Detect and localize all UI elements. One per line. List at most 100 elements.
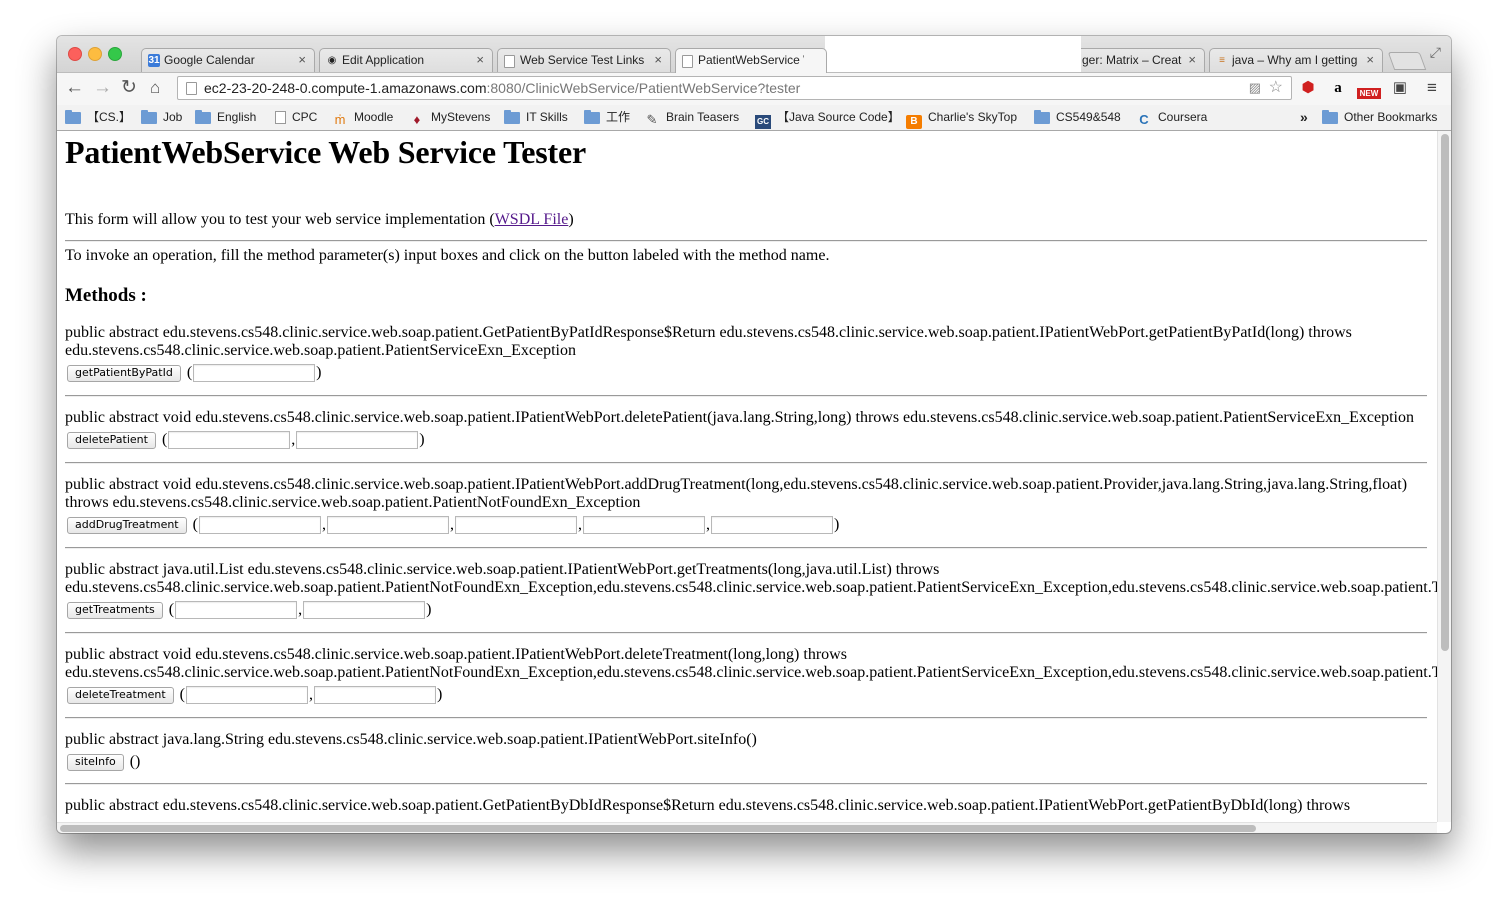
param-5-input[interactable] xyxy=(710,516,833,534)
blogger-icon: B xyxy=(906,115,922,129)
divider xyxy=(65,462,1427,464)
minimize-window-button[interactable] xyxy=(88,47,102,61)
tab-title: ger: Matrix – Creat xyxy=(1082,53,1182,67)
close-tab-icon[interactable]: × xyxy=(654,49,662,71)
tab-patientwebservice[interactable]: PatientWebService Web xyxy=(675,48,827,73)
tab-matrix[interactable]: ger: Matrix – Creat × xyxy=(1067,48,1205,72)
new-badge-icon[interactable]: NEW xyxy=(1357,88,1381,99)
instructions-text: To invoke an operation, fill the method … xyxy=(65,247,830,264)
param-4-input[interactable] xyxy=(582,516,705,534)
bookmark-java-source-code[interactable]: GC 【Java Source Code】 xyxy=(755,109,900,129)
folder-icon xyxy=(65,110,81,124)
amazon-icon[interactable]: a xyxy=(1327,78,1349,98)
bookmark-work[interactable]: 工作 xyxy=(584,109,630,126)
page-action-icon[interactable]: ▨ xyxy=(1249,77,1261,99)
tab-edit-application[interactable]: ◉ Edit Application × xyxy=(319,48,493,72)
bookmark-brain-teasers[interactable]: ✎ Brain Teasers xyxy=(644,109,740,127)
bookmark-it-skills[interactable]: IT Skills xyxy=(504,109,568,126)
bookmark-cs[interactable]: 【CS.】 xyxy=(65,109,131,126)
page-title: PatientWebService Web Service Tester xyxy=(65,134,586,170)
toolbar: ← → ↻ ⌂ ec2-23-20-248-0.compute-1.amazon… xyxy=(57,72,1451,105)
invoke-row: getPatientByPatId ( ) xyxy=(65,362,1437,384)
page-icon xyxy=(275,111,286,124)
evernote-icon[interactable]: ▣ xyxy=(1389,78,1411,98)
star-icon[interactable]: ☆ xyxy=(1269,77,1283,99)
param-1-input[interactable] xyxy=(185,686,308,704)
bookmark-label: Moodle xyxy=(354,110,394,124)
bookmark-english[interactable]: English xyxy=(195,109,256,126)
forward-arrow-icon[interactable]: → xyxy=(93,77,112,99)
bookmark-other-bookmarks[interactable]: Other Bookmarks xyxy=(1322,109,1437,126)
back-arrow-icon[interactable]: ← xyxy=(65,77,84,99)
method-get-patient-by-db-id: public abstract edu.stevens.cs548.clinic… xyxy=(65,797,1437,815)
delete-treatment-button[interactable]: deleteTreatment xyxy=(67,686,174,704)
wsdl-file-link[interactable]: WSDL File xyxy=(495,211,569,228)
fullscreen-icon[interactable]: ⤢ xyxy=(1430,44,1441,61)
menu-icon[interactable]: ≡ xyxy=(1421,78,1443,98)
param-2-input[interactable] xyxy=(313,686,436,704)
close-tab-icon[interactable]: × xyxy=(1188,49,1196,71)
param-1-input[interactable] xyxy=(175,601,298,619)
close-paren: ) xyxy=(436,686,443,703)
tab-strip: 31 Google Calendar × ◉ Edit Application … xyxy=(57,36,1451,73)
get-patient-by-pat-id-button[interactable]: getPatientByPatId xyxy=(67,364,181,382)
invoke-row: deletePatient ( , ) xyxy=(65,429,1437,451)
bookmark-moodle[interactable]: ṁ Moodle xyxy=(332,109,394,127)
param-1-input[interactable] xyxy=(193,364,316,382)
bookmark-label: 【Java Source Code】 xyxy=(777,110,900,124)
folder-icon xyxy=(1034,110,1050,124)
methods-heading: Methods : xyxy=(65,285,147,306)
maximize-window-button[interactable] xyxy=(108,47,122,61)
tab-web-service-test-links[interactable]: Web Service Test Links × xyxy=(497,48,671,72)
vertical-scrollbar-thumb[interactable] xyxy=(1441,134,1449,651)
adblock-icon[interactable]: ⬢ xyxy=(1297,78,1319,98)
method-signature-cont: edu.stevens.cs548.clinic.service.web.soa… xyxy=(65,342,576,359)
home-icon[interactable]: ⌂ xyxy=(150,77,160,99)
bookmark-mystevens[interactable]: ♦ MyStevens xyxy=(409,109,491,127)
param-2-input[interactable] xyxy=(326,516,449,534)
site-info-button[interactable]: siteInfo xyxy=(67,753,124,771)
tab-title: java – Why am I getting xyxy=(1232,53,1358,67)
delete-patient-button[interactable]: deletePatient xyxy=(67,431,156,449)
bookmark-label: English xyxy=(217,110,257,124)
horizontal-scrollbar-thumb[interactable] xyxy=(60,825,1256,832)
comma: , xyxy=(449,516,454,533)
folder-icon xyxy=(141,110,157,124)
bookmarks-bar: 【CS.】 Job English CPC ṁ Moodle ♦ MyStevens… xyxy=(57,105,1451,131)
method-delete-patient: public abstract void edu.stevens.cs548.c… xyxy=(65,409,1437,451)
param-3-input[interactable] xyxy=(454,516,577,534)
comma: , xyxy=(298,601,303,618)
comma: , xyxy=(705,516,710,533)
param-1-input[interactable] xyxy=(168,431,291,449)
close-window-button[interactable] xyxy=(68,47,82,61)
page-viewport: PatientWebService Web Service Tester Thi… xyxy=(57,131,1437,822)
close-tab-icon[interactable]: × xyxy=(1366,49,1374,71)
param-2-input[interactable] xyxy=(296,431,419,449)
bookmark-job[interactable]: Job xyxy=(141,109,182,126)
add-drug-treatment-button[interactable]: addDrugTreatment xyxy=(67,516,187,534)
folder-icon xyxy=(195,110,211,124)
param-1-input[interactable] xyxy=(198,516,321,534)
close-tab-icon[interactable]: × xyxy=(298,49,306,71)
divider xyxy=(65,783,1427,785)
tab-google-calendar[interactable]: 31 Google Calendar × xyxy=(141,48,315,72)
param-2-input[interactable] xyxy=(303,601,426,619)
vertical-scrollbar[interactable] xyxy=(1437,131,1451,822)
divider xyxy=(65,395,1427,397)
tab-java-stackoverflow[interactable]: ≡ java – Why am I getting × xyxy=(1209,48,1383,72)
new-tab-button[interactable] xyxy=(1387,52,1427,70)
get-treatments-button[interactable]: getTreatments xyxy=(67,601,163,619)
page-icon xyxy=(186,82,197,95)
close-tab-icon[interactable]: × xyxy=(476,49,484,71)
bookmark-cs549-548[interactable]: CS549&548 xyxy=(1034,109,1121,126)
puzzle-icon: ✎ xyxy=(646,112,658,127)
close-paren: ) xyxy=(419,431,425,448)
reload-icon[interactable]: ↻ xyxy=(121,77,137,99)
bookmark-cpc[interactable]: CPC xyxy=(275,109,317,126)
bookmark-coursera[interactable]: C Coursera xyxy=(1136,109,1207,127)
bookmark-charlies-skytop[interactable]: B Charlie's SkyTop xyxy=(906,109,1017,129)
horizontal-scrollbar[interactable] xyxy=(57,822,1437,833)
empty-parens: () xyxy=(129,753,141,770)
address-bar[interactable]: ec2-23-20-248-0.compute-1.amazonaws.com:… xyxy=(177,76,1292,100)
bookmarks-overflow-chevron-icon[interactable]: » xyxy=(1300,109,1308,126)
